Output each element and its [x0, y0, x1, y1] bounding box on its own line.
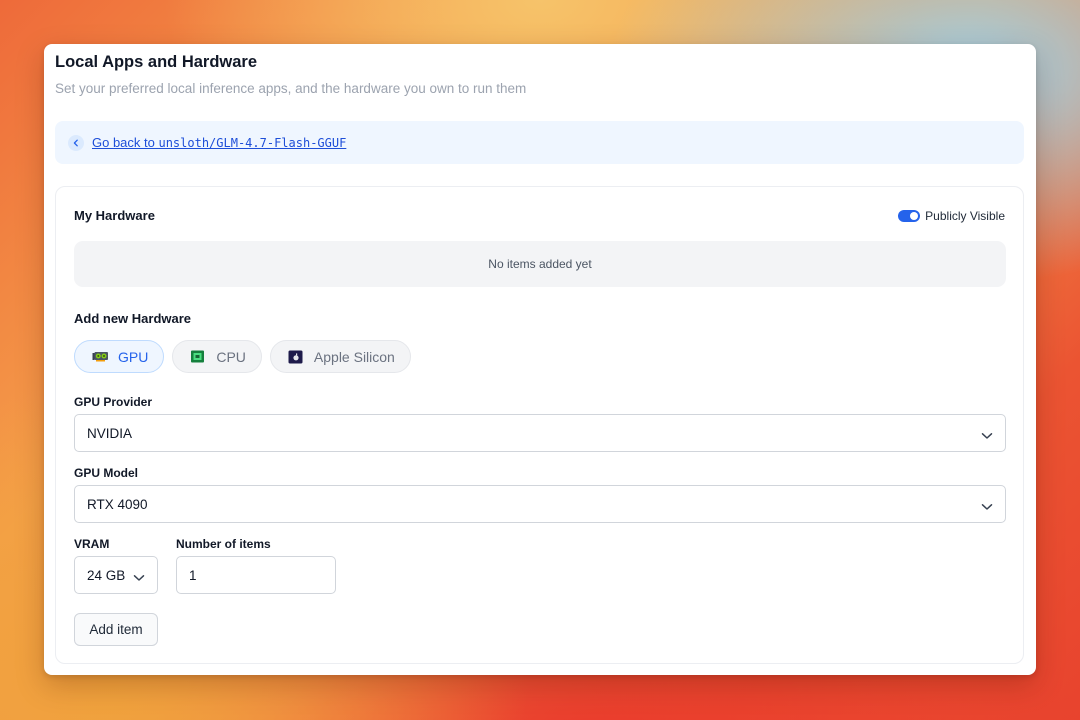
hardware-card: My Hardware Publicly Visible No items ad… — [55, 186, 1024, 664]
tab-apple-silicon-label: Apple Silicon — [313, 348, 395, 365]
gpu-provider-select[interactable]: NVIDIA — [74, 414, 1006, 452]
page-title: Local Apps and Hardware — [55, 53, 258, 71]
chevron-down-icon — [981, 499, 993, 514]
apple-silicon-icon — [288, 350, 305, 364]
my-hardware-title: My Hardware — [74, 208, 155, 223]
chevron-down-icon — [981, 428, 993, 443]
cpu-chip-icon — [190, 350, 207, 363]
tab-cpu-label: CPU — [216, 348, 246, 365]
gpu-model-value: RTX 4090 — [87, 496, 148, 512]
gpu-icon — [92, 350, 109, 363]
count-value: 1 — [189, 567, 197, 583]
visibility-label: Publicly Visible — [925, 209, 1005, 223]
empty-text: No items added yet — [488, 257, 592, 271]
tab-gpu[interactable]: GPU — [74, 340, 165, 373]
visibility-toggle[interactable]: Publicly Visible — [898, 209, 1005, 223]
vram-select[interactable]: 24 GB — [74, 556, 158, 594]
gpu-model-select[interactable]: RTX 4090 — [74, 485, 1006, 523]
gpu-model-label: GPU Model — [74, 466, 139, 480]
tab-apple-silicon[interactable]: Apple Silicon — [269, 340, 411, 373]
gpu-provider-label: GPU Provider — [74, 395, 153, 409]
empty-hardware-list: No items added yet — [74, 241, 1006, 287]
chevron-down-icon — [133, 570, 145, 585]
back-link[interactable]: Go back to unsloth/GLM-4.7-Flash-GGUF — [92, 135, 346, 150]
page-subtitle: Set your preferred local inference apps,… — [55, 81, 527, 96]
count-label: Number of items — [176, 537, 271, 551]
hardware-type-tabs: GPU CPU Apple Silicon — [74, 340, 411, 373]
back-link-prefix: Go back to — [92, 135, 159, 150]
tab-gpu-label: GPU — [118, 348, 149, 365]
chevron-left-icon[interactable] — [68, 134, 84, 151]
gpu-provider-value: NVIDIA — [87, 425, 133, 441]
tab-cpu[interactable]: CPU — [172, 340, 262, 373]
vram-value: 24 GB — [87, 567, 126, 583]
add-hardware-title: Add new Hardware — [74, 311, 192, 326]
vram-label: VRAM — [74, 537, 110, 551]
back-link-repo: unsloth/GLM-4.7-Flash-GGUF — [158, 136, 347, 150]
settings-panel: Local Apps and Hardware Set your preferr… — [44, 44, 1036, 675]
toggle-switch[interactable] — [898, 210, 921, 222]
count-input[interactable]: 1 — [176, 556, 336, 594]
back-bar: Go back to unsloth/GLM-4.7-Flash-GGUF — [55, 121, 1024, 164]
add-item-button[interactable]: Add item — [74, 613, 158, 646]
